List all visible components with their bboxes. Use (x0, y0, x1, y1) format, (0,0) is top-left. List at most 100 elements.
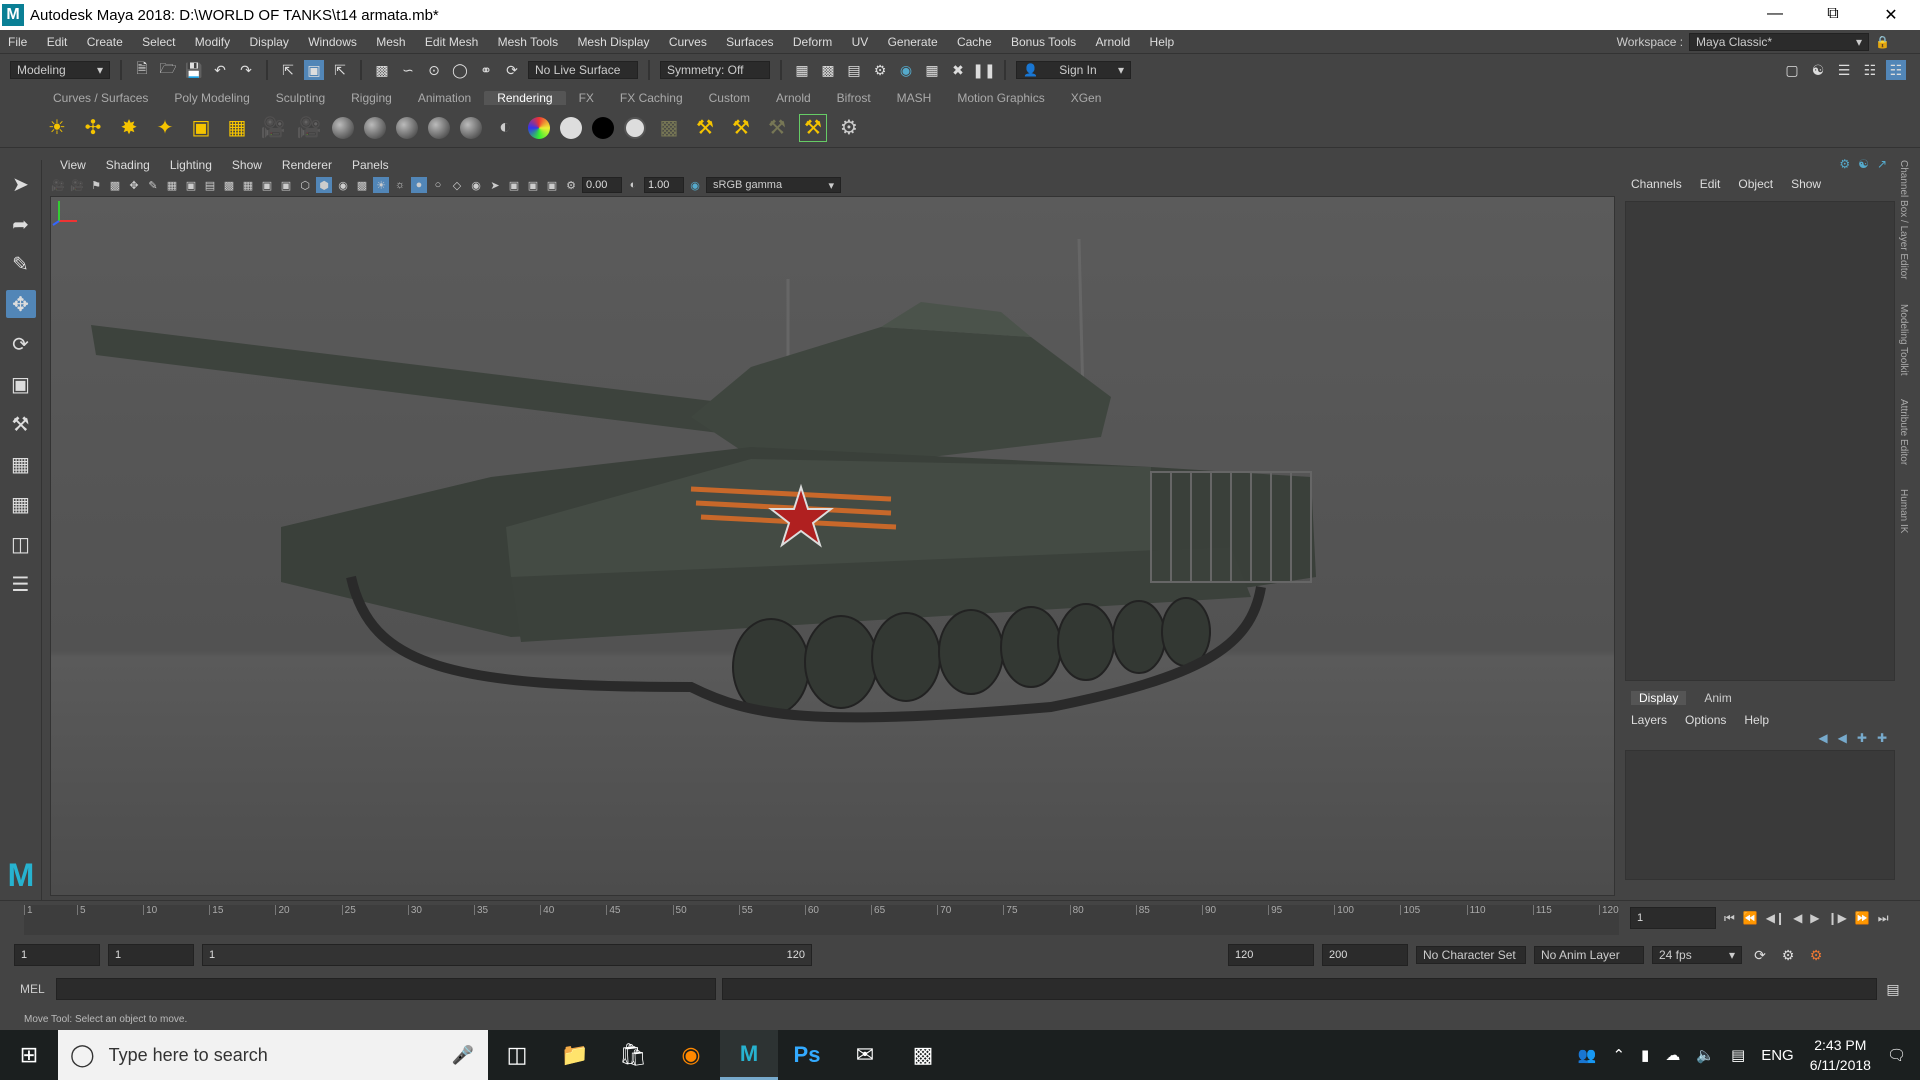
menu-set-dropdown[interactable]: Modeling ▾ (10, 61, 110, 79)
notifications-icon[interactable]: 🗨 (1887, 1046, 1906, 1064)
shadows-icon[interactable]: ☼ (392, 177, 408, 193)
battery-icon[interactable]: ▮ (1641, 1046, 1649, 1064)
render-sequence-icon[interactable]: ⚒ (799, 113, 827, 142)
menu-select[interactable]: Select (134, 35, 183, 49)
animation-end-field[interactable] (1322, 944, 1408, 966)
side-tab-modeling-toolkit[interactable]: Modeling Toolkit (1898, 304, 1909, 376)
film-gate-icon[interactable]: ▣ (183, 177, 199, 193)
shelf-tab-custom[interactable]: Custom (696, 91, 763, 105)
task-view-icon[interactable]: ◫ (488, 1030, 546, 1080)
go-to-end-icon[interactable]: ⏭ (1878, 911, 1889, 926)
panel-menu-lighting[interactable]: Lighting (160, 158, 222, 172)
select-camera-icon[interactable]: 🎥 (50, 177, 66, 193)
menu-modify[interactable]: Modify (187, 35, 238, 49)
menu-deform[interactable]: Deform (785, 35, 840, 49)
shelf-tab-rigging[interactable]: Rigging (338, 91, 405, 105)
select-hierarchy-icon[interactable]: ⇱ (278, 60, 298, 80)
auto-key-icon[interactable]: ⚙ (1778, 945, 1798, 965)
two-pane-layout-icon[interactable]: ◫ (6, 530, 36, 558)
layered-shader-icon[interactable]: ◐ (492, 115, 518, 141)
mail-icon[interactable]: ✉ (836, 1030, 894, 1080)
anisotropic-material-icon[interactable] (460, 116, 482, 139)
play-backward-icon[interactable]: ◀ (1793, 911, 1802, 925)
script-editor-icon[interactable]: ▤ (1883, 979, 1903, 999)
new-layer-icon[interactable]: ✚ (1857, 731, 1867, 745)
shelf-tab-mash[interactable]: MASH (884, 91, 945, 105)
gamma-icon[interactable]: ◐ (625, 177, 641, 193)
menu-generate[interactable]: Generate (880, 35, 946, 49)
resolution-gate-icon[interactable]: ▤ (202, 177, 218, 193)
render-settings-icon[interactable]: ⚙ (870, 60, 890, 80)
2d-pan-zoom-icon[interactable]: ✥ (126, 177, 142, 193)
paint-select-tool-icon[interactable]: ✎ (6, 250, 36, 278)
shelf-tab-sculpting[interactable]: Sculpting (263, 91, 338, 105)
shelf-tab-fx-caching[interactable]: FX Caching (607, 91, 696, 105)
xray-joints-icon[interactable]: ▣ (544, 177, 560, 193)
shelf-tab-fx[interactable]: FX (566, 91, 607, 105)
time-ticks[interactable]: 1 5 10 15 20 25 30 35 40 45 50 55 60 65 70 75 80 85 90 95 10… (24, 905, 1619, 935)
current-frame-field[interactable] (1630, 907, 1716, 929)
safe-title-icon[interactable]: ▣ (278, 177, 294, 193)
image-plane-icon[interactable]: ▩ (107, 177, 123, 193)
phong-material-icon[interactable] (396, 116, 418, 139)
exposure-icon[interactable]: ⚙ (563, 177, 579, 193)
menu-edit-mesh[interactable]: Edit Mesh (417, 35, 486, 49)
restore-icon[interactable]: ⧉ (1804, 5, 1862, 25)
shelf-tab-animation[interactable]: Animation (405, 91, 484, 105)
xray-icon[interactable]: ▣ (506, 177, 522, 193)
menu-surfaces[interactable]: Surfaces (718, 35, 781, 49)
taskbar-search[interactable]: ◯ Type here to search 🎤 (58, 1030, 488, 1080)
store-icon[interactable]: 🛍 (604, 1030, 662, 1080)
loop-icon[interactable]: ⟳ (1750, 945, 1770, 965)
channel-box-area[interactable] (1625, 201, 1895, 681)
windows-start-icon[interactable]: ⊞ (0, 1030, 58, 1080)
animation-prefs-icon[interactable]: ⚙ (1806, 945, 1826, 965)
photoshop-icon[interactable]: Ps (778, 1030, 836, 1080)
sign-in-dropdown[interactable]: 👤 Sign In ▾ (1016, 61, 1131, 79)
snap-grid-icon[interactable]: ▩ (372, 60, 392, 80)
tool-settings-icon[interactable]: ☷ (1860, 60, 1880, 80)
shelf-tab-poly-modeling[interactable]: Poly Modeling (161, 91, 262, 105)
open-scene-icon[interactable]: 🗁 (158, 60, 178, 80)
menu-mesh-tools[interactable]: Mesh Tools (490, 35, 566, 49)
shelf-tab-rendering[interactable]: Rendering (484, 91, 566, 105)
panel-menu-panels[interactable]: Panels (342, 158, 399, 172)
panel-menu-show[interactable]: Show (222, 158, 272, 172)
lambert-material-icon[interactable] (332, 116, 354, 139)
snap-curve-icon[interactable]: ∽ (398, 60, 418, 80)
taskbar-clock[interactable]: 2:43 PM 6/11/2018 (1810, 1035, 1871, 1075)
language-indicator[interactable]: ENG (1761, 1047, 1794, 1064)
wireframe-icon[interactable]: ⬡ (297, 177, 313, 193)
go-to-start-icon[interactable]: ⏮ (1724, 911, 1735, 926)
undo-icon[interactable]: ↶ (210, 60, 230, 80)
help-menu[interactable]: Help (1744, 713, 1769, 727)
side-tab-human-ik[interactable]: Human IK (1898, 489, 1909, 533)
range-bar[interactable]: 1 120 (202, 944, 812, 966)
snap-rotate-icon[interactable]: ⟳ (502, 60, 522, 80)
use-all-lights-icon[interactable]: ☀ (373, 177, 389, 193)
channel-box-toggle-icon[interactable]: ⚙ (1839, 157, 1850, 171)
people-icon[interactable]: 👥 (1578, 1046, 1597, 1064)
side-tab-attribute-editor[interactable]: Attribute Editor (1898, 399, 1909, 465)
onedrive-icon[interactable]: ☁ (1665, 1046, 1680, 1064)
grease-pencil-icon[interactable]: ✎ (145, 177, 161, 193)
save-scene-icon[interactable]: 💾 (184, 60, 204, 80)
move-tool-icon[interactable]: ✥ (5, 290, 36, 318)
texture-icon[interactable]: ▩ (656, 115, 682, 141)
shelf-tab-xgen[interactable]: XGen (1058, 91, 1115, 105)
play-forward-icon[interactable]: ▶ (1810, 911, 1819, 925)
shelf-tab-curves-surfaces[interactable]: Curves / Surfaces (40, 91, 161, 105)
isolate-select-icon[interactable]: ➤ (487, 177, 503, 193)
menu-mesh-display[interactable]: Mesh Display (569, 35, 657, 49)
render-setup-icon[interactable]: ▦ (922, 60, 942, 80)
menu-cache[interactable]: Cache (949, 35, 1000, 49)
four-pane-layout-icon[interactable]: ▦ (6, 490, 36, 518)
file-explorer-icon[interactable]: 📁 (546, 1030, 604, 1080)
xray-active-icon[interactable]: ▣ (525, 177, 541, 193)
shelf-tab-arnold[interactable]: Arnold (763, 91, 824, 105)
directional-light-icon[interactable]: ✣ (80, 115, 106, 141)
symmetry-dropdown[interactable]: Symmetry: Off (660, 61, 770, 79)
animation-start-field[interactable] (14, 944, 100, 966)
anti-aliasing-icon[interactable]: ◇ (449, 177, 465, 193)
use-background-icon[interactable] (592, 116, 614, 139)
